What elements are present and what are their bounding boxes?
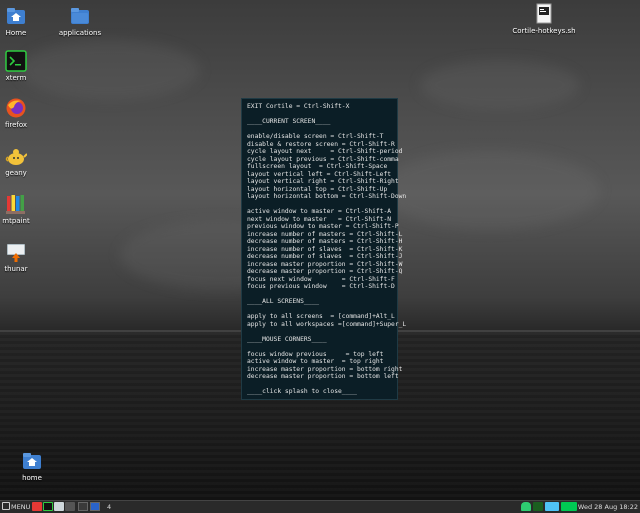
splash-line: increase number of masters = Ctrl-Shift-… <box>247 230 403 238</box>
splash-line <box>247 111 395 119</box>
splash-line: ____ALL SCREENS____ <box>247 298 320 305</box>
splash-line: decrease master proportion = bottom left <box>247 373 399 380</box>
firefox-icon <box>5 97 27 119</box>
tray-app-icon[interactable] <box>521 502 531 511</box>
splash-line: cycle layout previous = Ctrl-Shift-comma <box>247 155 399 163</box>
desktop-icon-applications[interactable]: applications <box>52 5 108 37</box>
workspace-1[interactable] <box>78 502 88 511</box>
desktop-icon-label: Cortile-hotkeys.sh <box>512 27 576 35</box>
splash-line: enable/disable screen = Ctrl-Shift-T <box>247 133 384 140</box>
splash-line <box>247 306 395 314</box>
desktop-icon-home-top[interactable]: Home <box>0 5 44 37</box>
splash-line <box>247 201 395 209</box>
splash-line: layout vertical right = Ctrl-Shift-Right <box>247 178 399 185</box>
cortile-hotkeys-splash[interactable]: EXIT Cortile = Ctrl-Shift-X ____CURRENT … <box>241 98 407 400</box>
desktop-icon-firefox[interactable]: firefox <box>0 97 44 129</box>
splash-line: disable & restore screen = Ctrl-Shift-R <box>247 140 395 148</box>
splash-line: decrease number of masters = Ctrl-Shift-… <box>247 238 403 245</box>
launcher-terminal-icon[interactable] <box>43 502 53 511</box>
splash-line: focus previous window = Ctrl-Shift-D <box>247 283 395 290</box>
splash-line: focus window previous = top left <box>247 350 384 358</box>
workspace-2[interactable] <box>90 502 100 511</box>
splash-line <box>247 328 395 336</box>
pencils-icon <box>5 193 27 215</box>
workspace-count: 4 <box>107 503 112 511</box>
geany-teapot-icon <box>5 145 28 167</box>
desktop-icon-mtpaint[interactable]: mtpaint <box>0 193 44 225</box>
splash-line: cycle layout next = Ctrl-Shift-period <box>247 148 403 155</box>
desktop-icon-label: xterm <box>5 74 27 82</box>
splash-line: apply to all workspaces =[command]+Super… <box>247 320 407 328</box>
splash-line: active window to master = Ctrl-Shift-A <box>247 208 392 215</box>
splash-line: decrease number of slaves = Ctrl-Shift-J <box>247 253 403 260</box>
terminal-icon <box>5 50 27 72</box>
splash-line: ____CURRENT SCREEN____ <box>247 118 331 125</box>
menu-icon <box>2 502 10 510</box>
splash-line <box>247 291 395 299</box>
script-file-icon <box>533 3 555 25</box>
desktop-icon-cortile-hotkeys[interactable]: Cortile-hotkeys.sh <box>508 3 580 35</box>
splash-line: ____MOUSE CORNERS____ <box>247 335 327 343</box>
splash-line: increase master proportion = bottom righ… <box>247 365 403 373</box>
splash-line: increase number of slaves = Ctrl-Shift-K <box>247 245 403 253</box>
desktop-icon-label: geany <box>5 169 27 177</box>
splash-line: previous window to master = Ctrl-Shift-P <box>247 223 399 230</box>
tray-network-icon[interactable] <box>533 502 543 511</box>
splash-line: next window to master = Ctrl-Shift-N <box>247 215 392 223</box>
desktop-icon-thunar[interactable]: thunar <box>0 241 44 273</box>
home-folder-icon <box>5 5 27 27</box>
launcher-firefox-icon[interactable] <box>32 502 42 511</box>
clock[interactable]: Wed 28 Aug 18:22 <box>578 502 638 512</box>
tray-volume-icon[interactable] <box>561 502 577 511</box>
desktop-icon-label: applications <box>58 29 102 37</box>
splash-line: EXIT Cortile = Ctrl-Shift-X <box>247 103 350 110</box>
desktop-icon-label: thunar <box>4 265 28 273</box>
splash-line: fullscreen layout = Ctrl-Shift-Space <box>247 163 388 170</box>
splash-line <box>247 343 395 351</box>
taskbar: MENU 4 Wed 28 Aug 18:22 <box>0 500 640 513</box>
splash-line <box>247 381 395 389</box>
launcher-files-icon[interactable] <box>54 502 64 511</box>
splash-line: layout horizontal top = Ctrl-Shift-Up <box>247 185 388 193</box>
desktop-icon-label: Home <box>5 29 27 37</box>
desktop-icon-label: firefox <box>4 121 28 129</box>
tray-display-icon[interactable] <box>545 502 559 511</box>
menu-label: MENU <box>11 503 31 511</box>
desktop-icon-xterm[interactable]: xterm <box>0 50 44 82</box>
splash-line: layout vertical left = Ctrl-Shift-Left <box>247 170 392 178</box>
splash-line: ____click splash to close____ <box>247 388 357 395</box>
splash-line: focus next window = Ctrl-Shift-F <box>247 275 395 283</box>
desktop-icon-geany[interactable]: geany <box>0 145 44 177</box>
menu-button[interactable]: MENU <box>2 502 30 512</box>
file-manager-icon <box>5 241 27 263</box>
splash-line: layout horizontal bottom = Ctrl-Shift-Do… <box>247 193 407 200</box>
splash-line: decrease master proportion = Ctrl-Shift-… <box>247 268 403 275</box>
splash-line <box>247 126 395 134</box>
launcher-editor-icon[interactable] <box>65 502 75 511</box>
home-folder-icon <box>21 450 43 472</box>
splash-line: increase master proportion = Ctrl-Shift-… <box>247 260 403 268</box>
splash-line: apply to all screens = [command]+Alt_L <box>247 313 395 320</box>
splash-line: active window to master = top right <box>247 358 384 365</box>
splash-text: EXIT Cortile = Ctrl-Shift-X ____CURRENT … <box>247 103 407 396</box>
desktop-icon-label: home <box>22 474 42 482</box>
folder-icon <box>69 5 91 27</box>
desktop-icon-home-bottom[interactable]: home <box>4 450 60 482</box>
desktop-icon-label: mtpaint <box>2 217 30 225</box>
